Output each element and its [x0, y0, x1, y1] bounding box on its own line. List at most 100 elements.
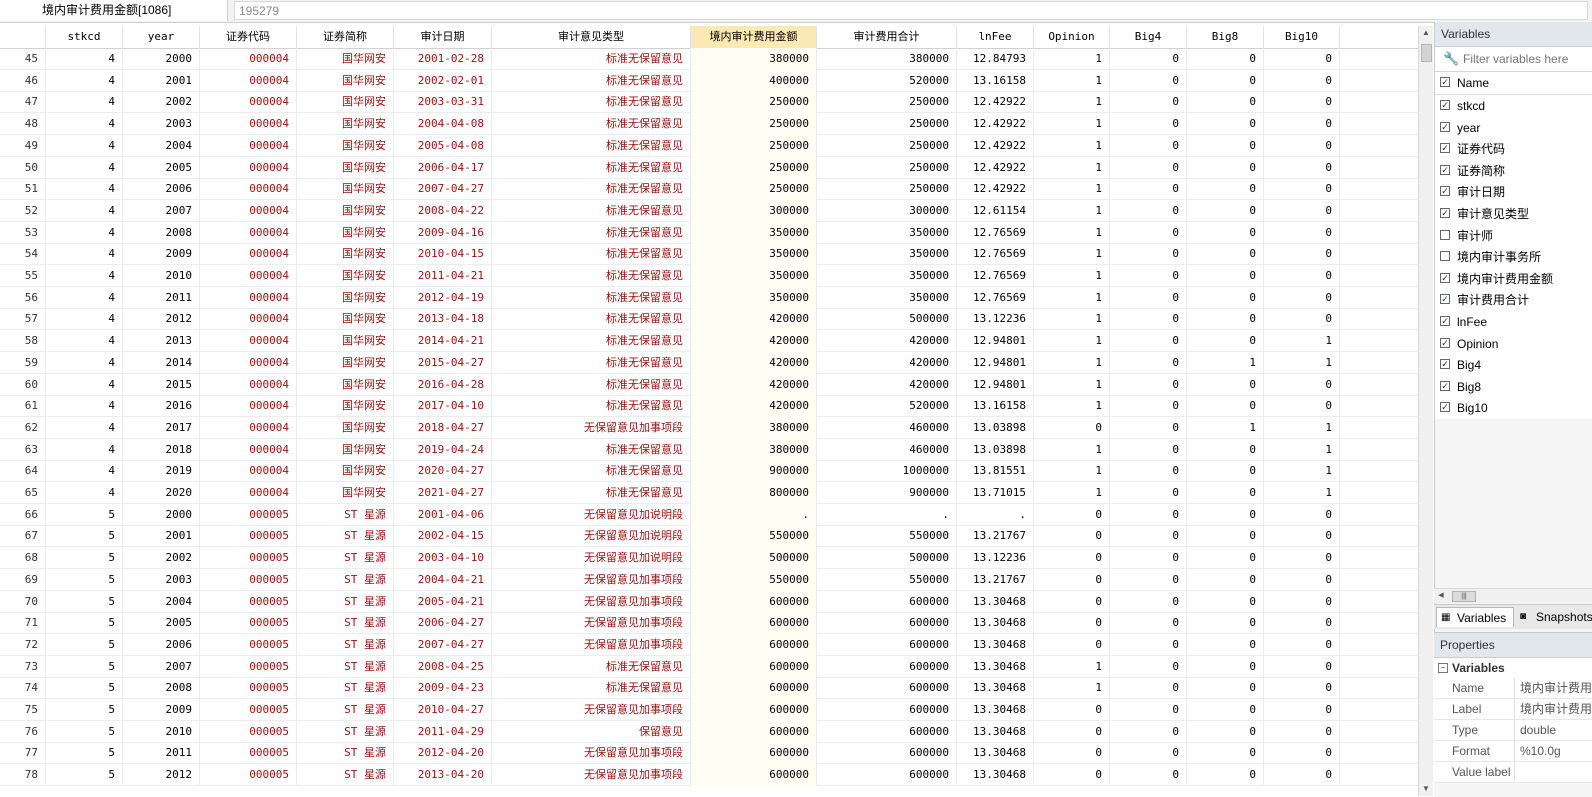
- data-cell[interactable]: 2021-04-27: [394, 482, 492, 504]
- data-cell[interactable]: 000005: [200, 742, 297, 765]
- data-cell[interactable]: 5: [46, 568, 123, 591]
- data-cell[interactable]: 0: [1187, 655, 1264, 678]
- data-cell[interactable]: 国华网安: [297, 199, 394, 222]
- data-cell[interactable]: 5: [46, 677, 123, 700]
- data-cell[interactable]: 0: [1187, 395, 1264, 418]
- data-cell[interactable]: 2018-04-27: [394, 416, 492, 439]
- checked-checkbox[interactable]: ✓: [1440, 402, 1450, 413]
- data-cell[interactable]: ST 星源: [297, 677, 394, 700]
- data-cell[interactable]: 4: [46, 330, 123, 353]
- data-cell[interactable]: 国华网安: [297, 373, 394, 396]
- data-cell[interactable]: 4: [46, 308, 123, 331]
- data-cell[interactable]: 2018: [123, 438, 200, 461]
- table-row[interactable]: 46 4 2001 000004 国华网安 2002-02-01 标准无保留意见 400000…: [0, 69, 1424, 92]
- data-cell[interactable]: 460000: [817, 416, 957, 439]
- table-row[interactable]: 74 5 2008 000005 ST 星源 2009-04-23 标准无保留意见 60000…: [0, 677, 1424, 700]
- data-cell[interactable]: 0: [1034, 568, 1110, 591]
- data-cell[interactable]: 1: [1187, 351, 1264, 374]
- data-cell[interactable]: 2011: [123, 742, 200, 765]
- table-row[interactable]: 65 4 2020 000004 国华网安 2021-04-27 标准无保留意见 800000…: [0, 482, 1424, 504]
- data-cell[interactable]: 标准无保留意见: [492, 265, 691, 287]
- data-cell[interactable]: 0: [1187, 221, 1264, 244]
- data-cell[interactable]: 350000: [817, 221, 957, 244]
- variable-item[interactable]: ✓ year: [1435, 116, 1592, 139]
- data-cell[interactable]: 5: [46, 547, 123, 570]
- data-cell[interactable]: 2012-04-19: [394, 286, 492, 309]
- table-row[interactable]: 47 4 2002 000004 国华网安 2003-03-31 标准无保留意见 250000…: [0, 91, 1424, 114]
- variable-item[interactable]: ✓ 证券简称: [1435, 159, 1592, 182]
- data-cell[interactable]: 0: [1110, 612, 1187, 635]
- data-cell[interactable]: 000005: [200, 720, 297, 743]
- data-cell[interactable]: 标准无保留意见: [492, 373, 691, 396]
- data-cell[interactable]: 5: [46, 720, 123, 743]
- data-cell[interactable]: 000004: [200, 330, 297, 353]
- data-cell[interactable]: 2016-04-28: [394, 373, 492, 396]
- data-cell[interactable]: 600000: [817, 742, 957, 765]
- data-cell[interactable]: 250000: [691, 113, 817, 136]
- data-cell[interactable]: 国华网安: [297, 438, 394, 461]
- data-cell[interactable]: 2016: [123, 395, 200, 418]
- data-cell[interactable]: 350000: [817, 265, 957, 287]
- table-row[interactable]: 68 5 2002 000005 ST 星源 2003-04-10 无保留意见加说明段 500…: [0, 547, 1424, 570]
- data-cell[interactable]: 国华网安: [297, 330, 394, 353]
- data-cell[interactable]: 2000: [123, 503, 200, 526]
- data-cell[interactable]: 000004: [200, 221, 297, 244]
- checked-checkbox[interactable]: ✓: [1440, 143, 1450, 154]
- tab-variables[interactable]: ▦ Variables: [1436, 607, 1514, 627]
- data-cell[interactable]: 2006-04-17: [394, 156, 492, 179]
- data-cell[interactable]: 国华网安: [297, 416, 394, 439]
- table-row[interactable]: 66 5 2000 000005 ST 星源 2001-04-06 无保留意见加说明段...…: [0, 503, 1424, 526]
- data-cell[interactable]: 000004: [200, 113, 297, 136]
- data-cell[interactable]: 国华网安: [297, 243, 394, 266]
- data-cell[interactable]: 2011-04-29: [394, 720, 492, 743]
- data-cell[interactable]: 250000: [817, 91, 957, 114]
- data-cell[interactable]: 12.42922: [957, 134, 1034, 157]
- data-cell[interactable]: 000004: [200, 416, 297, 439]
- data-cell[interactable]: 1: [1034, 655, 1110, 678]
- data-cell[interactable]: 0: [1187, 547, 1264, 570]
- data-cell[interactable]: 12.76569: [957, 286, 1034, 309]
- data-cell[interactable]: 12.42922: [957, 113, 1034, 136]
- data-cell[interactable]: 0: [1264, 699, 1340, 721]
- data-cell[interactable]: 350000: [691, 221, 817, 244]
- data-cell[interactable]: 5: [46, 655, 123, 678]
- unchecked-checkbox[interactable]: [1440, 251, 1450, 262]
- table-row[interactable]: 48 4 2003 000004 国华网安 2004-04-08 标准无保留意见 250000…: [0, 113, 1424, 136]
- data-cell[interactable]: ST 星源: [297, 764, 394, 787]
- data-cell[interactable]: 250000: [817, 178, 957, 201]
- data-cell[interactable]: 2007-04-27: [394, 633, 492, 656]
- column-header[interactable]: Opinion: [1034, 26, 1110, 48]
- data-cell[interactable]: 000004: [200, 199, 297, 222]
- data-cell[interactable]: 600000: [691, 720, 817, 743]
- data-cell[interactable]: 2001-04-06: [394, 503, 492, 526]
- data-cell[interactable]: 0: [1034, 590, 1110, 613]
- data-cell[interactable]: 12.84793: [957, 48, 1034, 70]
- table-row[interactable]: 45 4 2000 000004 国华网安 2001-02-28 标准无保留意见 380000…: [0, 48, 1424, 70]
- data-cell[interactable]: 标准无保留意见: [492, 156, 691, 179]
- data-cell[interactable]: 0: [1264, 525, 1340, 548]
- data-cell[interactable]: 0: [1187, 199, 1264, 222]
- data-cell[interactable]: 2009: [123, 243, 200, 266]
- data-cell[interactable]: 标准无保留意见: [492, 308, 691, 331]
- checked-checkbox[interactable]: ✓: [1440, 294, 1450, 305]
- data-cell[interactable]: 标准无保留意见: [492, 199, 691, 222]
- data-cell[interactable]: 0: [1264, 91, 1340, 114]
- data-cell[interactable]: .: [957, 503, 1034, 526]
- data-cell[interactable]: ST 星源: [297, 720, 394, 743]
- data-cell[interactable]: 13.30468: [957, 720, 1034, 743]
- data-cell[interactable]: 2012: [123, 308, 200, 331]
- data-cell[interactable]: 000004: [200, 91, 297, 114]
- data-cell[interactable]: 460000: [817, 438, 957, 461]
- data-cell[interactable]: 2005: [123, 156, 200, 179]
- data-cell[interactable]: 250000: [817, 134, 957, 157]
- data-cell[interactable]: 0: [1034, 699, 1110, 721]
- variable-item[interactable]: ✓ 证券代码: [1435, 138, 1592, 160]
- table-row[interactable]: 53 4 2008 000004 国华网安 2009-04-16 标准无保留意见 350000…: [0, 221, 1424, 244]
- data-cell[interactable]: 2004-04-08: [394, 113, 492, 136]
- data-cell[interactable]: ST 星源: [297, 568, 394, 591]
- scroll-up-arrow-icon[interactable]: ▲: [1419, 26, 1433, 40]
- data-cell[interactable]: 0: [1110, 764, 1187, 787]
- data-cell[interactable]: 2004: [123, 134, 200, 157]
- data-cell[interactable]: 600000: [691, 655, 817, 678]
- data-cell[interactable]: 5: [46, 699, 123, 721]
